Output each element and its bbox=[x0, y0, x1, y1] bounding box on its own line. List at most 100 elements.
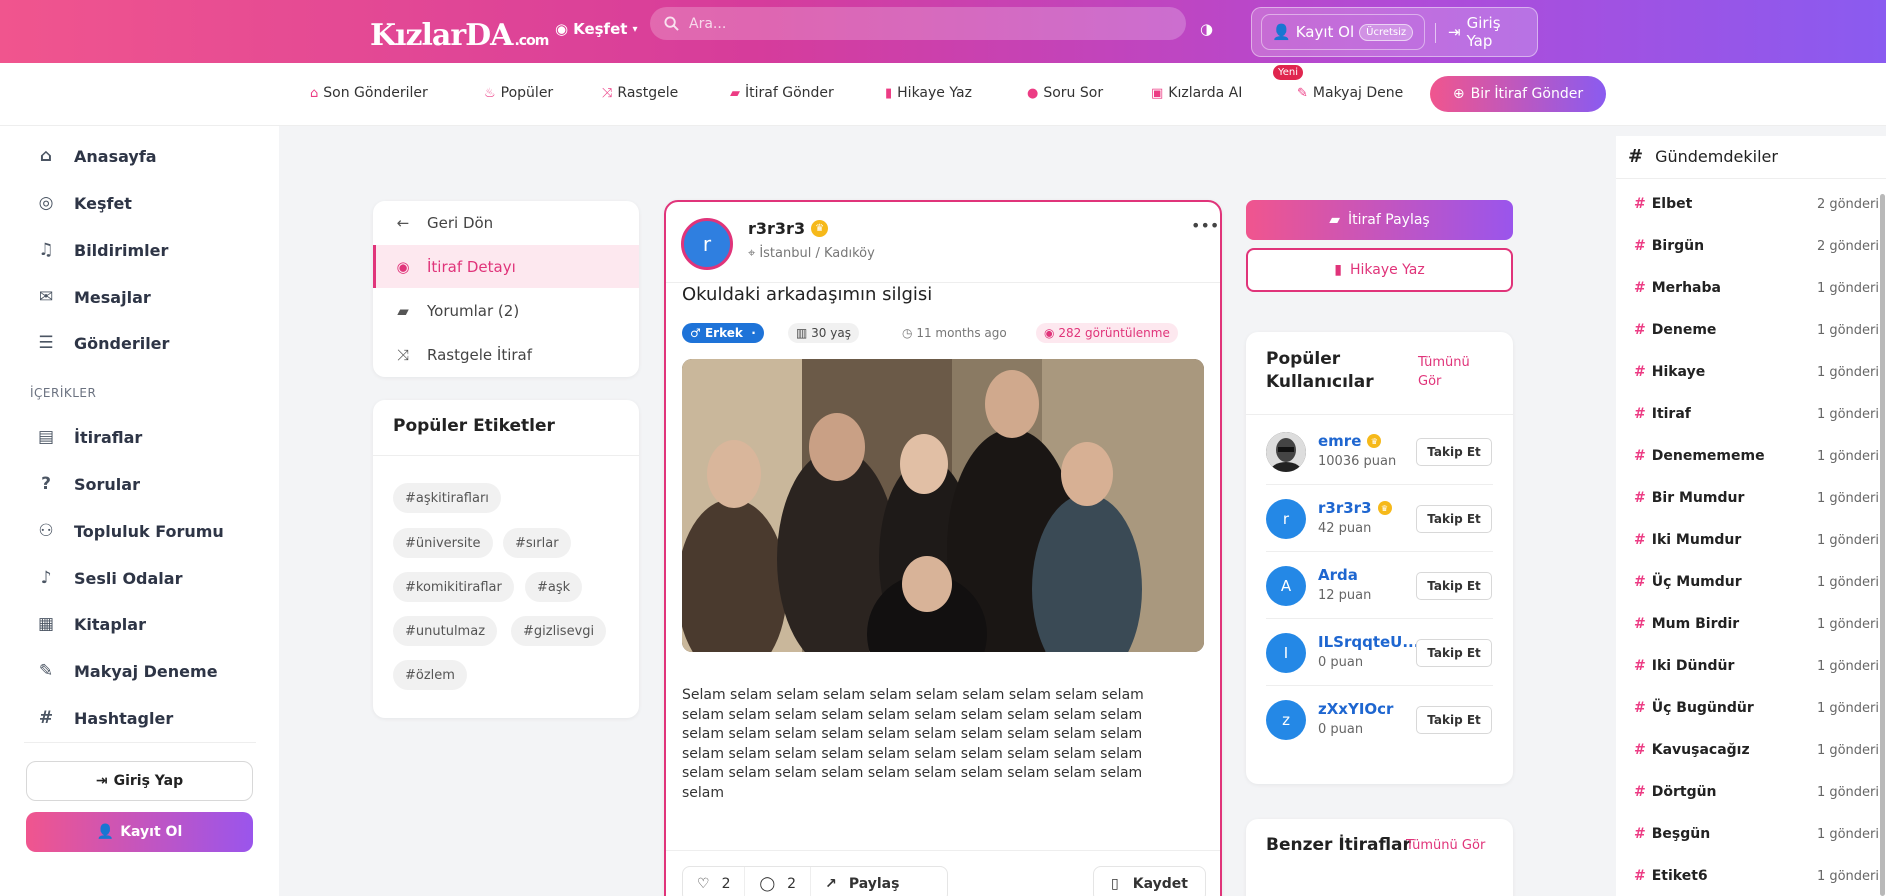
trending-item[interactable]: # Itiraf 1 gönderi bbox=[1634, 404, 1879, 424]
avatar[interactable]: z bbox=[1266, 700, 1306, 740]
trending-item[interactable]: # Merhaba 1 gönderi bbox=[1634, 278, 1879, 298]
comment-button[interactable]: ◯ 2 bbox=[744, 867, 810, 896]
sidebar-item-confessions[interactable]: ▤ İtiraflar bbox=[36, 427, 142, 447]
tab-comments[interactable]: ▰ Yorumlar (2) bbox=[373, 289, 639, 332]
tag-chip[interactable]: #komikitiraflar bbox=[393, 572, 514, 602]
hashtag-icon: # bbox=[1634, 784, 1646, 800]
more-options-icon[interactable]: ••• bbox=[1191, 216, 1219, 235]
follow-button[interactable]: Takip Et bbox=[1416, 438, 1492, 466]
register-button[interactable]: 👤 Kayıt Ol Ücretsiz bbox=[1261, 14, 1425, 50]
sidebar-item-books[interactable]: ▦ Kitaplar bbox=[36, 614, 146, 634]
search-input[interactable] bbox=[689, 15, 1169, 32]
tag-chip[interactable]: #üniversite bbox=[393, 528, 493, 558]
save-button[interactable]: ▯ Kaydet bbox=[1093, 866, 1206, 896]
nav-item-ask[interactable]: ● Soru Sor bbox=[1027, 85, 1103, 101]
sidebar-item-label: Gönderiler bbox=[74, 333, 170, 353]
sidebar-item-home[interactable]: ⌂ Anasayfa bbox=[36, 146, 157, 166]
explore-dropdown[interactable]: ◉ Keşfet ▾ bbox=[555, 20, 637, 38]
see-all-link[interactable]: Tümünü Gör bbox=[1418, 353, 1488, 391]
random-confession-link[interactable]: ⤨ Rastgele İtiraf bbox=[373, 333, 639, 376]
user-photo bbox=[1266, 432, 1306, 472]
nav-item-popular[interactable]: ♨ Popüler bbox=[484, 85, 553, 101]
comment-count: 2 bbox=[787, 876, 797, 892]
see-all-link[interactable]: Tümünü Gör bbox=[1406, 838, 1485, 853]
hashtag-icon: # bbox=[1634, 616, 1646, 632]
tag-chip[interactable]: #unutulmaz bbox=[393, 616, 498, 646]
trending-item[interactable]: # Etiket6 1 gönderi bbox=[1634, 866, 1879, 886]
username: emre bbox=[1318, 432, 1362, 450]
username-link[interactable]: ILSrqqteU... bbox=[1318, 633, 1419, 651]
username-link[interactable]: zXxYIOcr bbox=[1318, 700, 1393, 718]
trending-item[interactable]: # Deneme 1 gönderi bbox=[1634, 320, 1879, 340]
trending-item[interactable]: # Birgün 2 gönderi bbox=[1634, 236, 1879, 256]
like-button[interactable]: ♡ 2 bbox=[683, 867, 744, 896]
user-points: 0 puan bbox=[1318, 655, 1364, 670]
follow-button[interactable]: Takip Et bbox=[1416, 706, 1492, 734]
trending-item[interactable]: # Kavuşacağız 1 gönderi bbox=[1634, 740, 1879, 760]
trending-item[interactable]: # Beşgün 1 gönderi bbox=[1634, 824, 1879, 844]
sidebar-item-hashtags[interactable]: # Hashtagler bbox=[36, 708, 173, 728]
nav-item-confess[interactable]: ▰ İtiraf Gönder bbox=[730, 85, 834, 101]
trending-item[interactable]: # Denemememe 1 gönderi bbox=[1634, 446, 1879, 466]
tag-chip[interactable]: #sırlar bbox=[503, 528, 571, 558]
trending-item[interactable]: # Iki Mumdur 1 gönderi bbox=[1634, 530, 1879, 550]
avatar[interactable] bbox=[1266, 432, 1306, 472]
site-logo[interactable]: KızlarDA .com bbox=[370, 9, 549, 53]
trending-item[interactable]: # Hikaye 1 gönderi bbox=[1634, 362, 1879, 382]
username-link[interactable]: Arda bbox=[1318, 566, 1358, 584]
sidebar-item-notifications[interactable]: ♫ Bildirimler bbox=[36, 240, 168, 260]
sidebar-item-explore[interactable]: ◎ Keşfet bbox=[36, 193, 132, 213]
post-image[interactable] bbox=[682, 359, 1204, 652]
avatar[interactable]: A bbox=[1266, 566, 1306, 606]
avatar[interactable]: I bbox=[1266, 633, 1306, 673]
follow-button[interactable]: Takip Et bbox=[1416, 505, 1492, 533]
trending-item[interactable]: # Üç Mumdur 1 gönderi bbox=[1634, 572, 1879, 592]
sidebar-item-makeup[interactable]: ✎ Makyaj Deneme bbox=[36, 661, 218, 681]
trending-item[interactable]: # Mum Birdir 1 gönderi bbox=[1634, 614, 1879, 634]
comment-icon: ◯ bbox=[759, 876, 776, 892]
nav-label: Kızlarda AI bbox=[1168, 85, 1243, 101]
section-label: İÇERİKLER bbox=[30, 386, 97, 400]
back-button[interactable]: ← Geri Dön bbox=[373, 201, 639, 244]
share-confession-button[interactable]: ▰ İtiraf Paylaş bbox=[1246, 200, 1513, 240]
share-button[interactable]: ↗ Paylaş bbox=[810, 867, 913, 896]
tag-chip[interactable]: #aşk bbox=[525, 572, 583, 602]
nav-item-random[interactable]: ⤨ Rastgele bbox=[602, 85, 678, 101]
sidebar-login-button[interactable]: ⇥ Giriş Yap bbox=[26, 761, 253, 801]
sidebar-item-questions[interactable]: ? Sorular bbox=[36, 474, 140, 494]
tab-confession-detail[interactable]: ◉ İtiraf Detayı bbox=[373, 245, 639, 288]
tag-chip[interactable]: #aşkitirafları bbox=[393, 483, 501, 513]
scrollbar[interactable] bbox=[1880, 194, 1885, 896]
send-confession-button[interactable]: ⊕ Bir İtiraf Gönder bbox=[1430, 76, 1606, 112]
tag-chip[interactable]: #gizlisevgi bbox=[511, 616, 607, 646]
trending-item[interactable]: # Bir Mumdur 1 gönderi bbox=[1634, 488, 1879, 508]
username-link[interactable]: emre ♛ bbox=[1318, 432, 1382, 450]
post-author[interactable]: r3r3r3 ♛ bbox=[748, 219, 829, 238]
avatar[interactable]: r bbox=[1266, 499, 1306, 539]
tag-name: Etiket6 bbox=[1651, 868, 1708, 884]
follow-button[interactable]: Takip Et bbox=[1416, 639, 1492, 667]
follow-button[interactable]: Takip Et bbox=[1416, 572, 1492, 600]
theme-toggle-icon[interactable]: ◑ bbox=[1200, 20, 1213, 38]
login-button[interactable]: ⇥ Giriş Yap bbox=[1440, 14, 1537, 50]
write-story-button[interactable]: ▮ Hikaye Yaz bbox=[1246, 248, 1513, 292]
trending-item[interactable]: # Dörtgün 1 gönderi bbox=[1634, 782, 1879, 802]
hashtag-icon: # bbox=[1634, 364, 1646, 380]
male-icon: ♂ bbox=[690, 326, 701, 340]
cta-label: Bir İtiraf Gönder bbox=[1470, 86, 1584, 102]
sidebar-item-voice-rooms[interactable]: ♪ Sesli Odalar bbox=[36, 568, 183, 588]
trending-item[interactable]: # Elbet 2 gönderi bbox=[1634, 194, 1879, 214]
username-link[interactable]: r3r3r3 ♛ bbox=[1318, 499, 1392, 517]
sidebar-item-messages[interactable]: ✉ Mesajlar bbox=[36, 287, 151, 307]
nav-item-story[interactable]: ▮ Hikaye Yaz bbox=[885, 85, 972, 101]
sidebar-item-forum[interactable]: ⚇ Topluluk Forumu bbox=[36, 521, 223, 541]
trending-item[interactable]: # Iki Dündür 1 gönderi bbox=[1634, 656, 1879, 676]
nav-item-ai[interactable]: ▣ Kızlarda AI bbox=[1151, 85, 1242, 101]
tag-chip[interactable]: #özlem bbox=[393, 660, 467, 690]
sidebar-item-posts[interactable]: ☰ Gönderiler bbox=[36, 333, 169, 353]
nav-item-latest[interactable]: ⌂ Son Gönderiler bbox=[310, 85, 428, 101]
avatar[interactable]: r bbox=[681, 218, 733, 270]
trending-item[interactable]: # Üç Bugündür 1 gönderi bbox=[1634, 698, 1879, 718]
sidebar-register-button[interactable]: 👤 Kayıt Ol bbox=[26, 812, 253, 852]
nav-item-makeup[interactable]: ✎ Makyaj Dene bbox=[1297, 85, 1403, 101]
